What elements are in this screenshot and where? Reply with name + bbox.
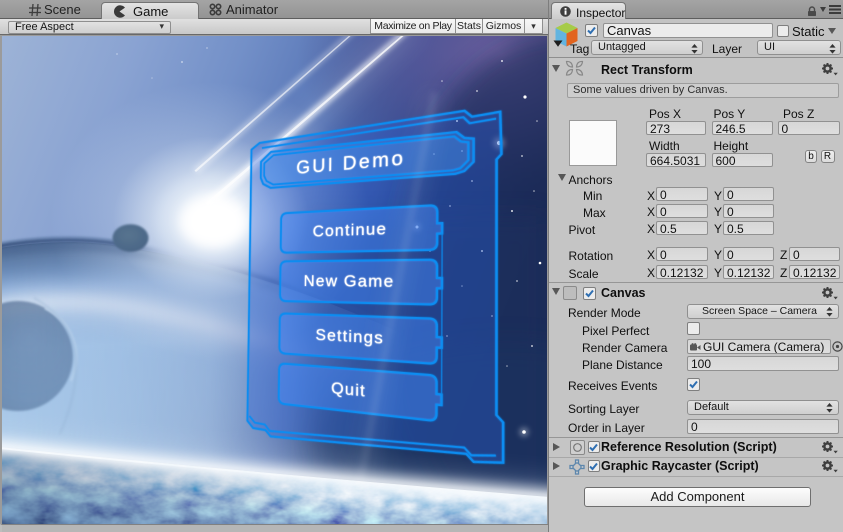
svg-text:Settings: Settings bbox=[315, 325, 384, 348]
svg-text:Quit: Quit bbox=[331, 378, 366, 401]
svg-text:Continue: Continue bbox=[313, 219, 388, 241]
svg-text:New Game: New Game bbox=[304, 271, 395, 291]
